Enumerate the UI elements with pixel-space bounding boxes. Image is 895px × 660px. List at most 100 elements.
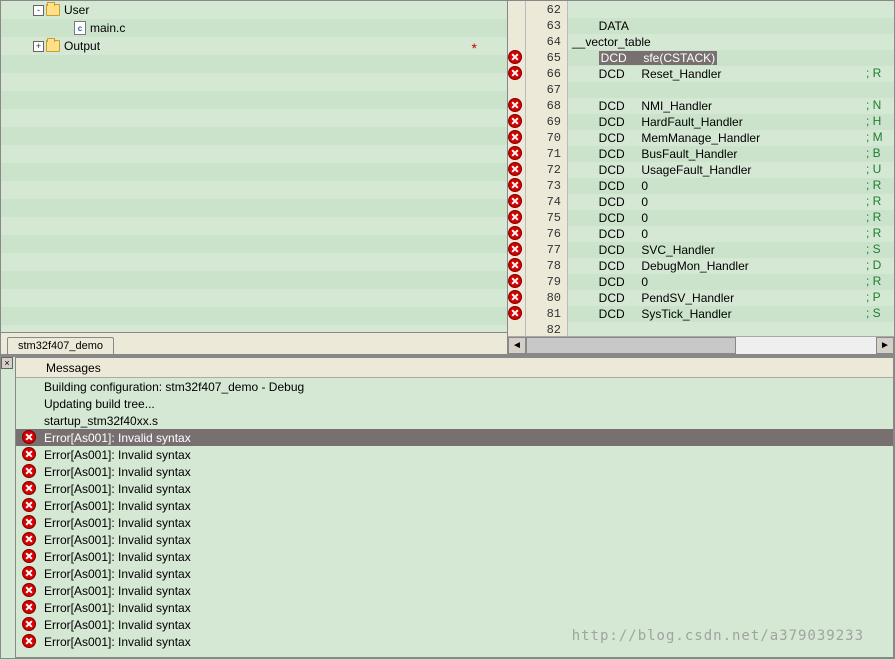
code-line[interactable]: DCD HardFault_Handler	[568, 114, 894, 130]
message-row[interactable]: Error[As001]: Invalid syntax	[16, 599, 893, 616]
error-icon[interactable]	[508, 98, 522, 112]
code-line[interactable]: DCD NMI_Handler	[568, 98, 894, 114]
code-comment: ; R	[866, 209, 894, 225]
message-row[interactable]: Updating build tree...	[16, 395, 893, 412]
code-comment: ; R	[866, 225, 894, 241]
code-area[interactable]: DATA__vector_table DCD sfe(CSTACK) DCD R…	[568, 1, 894, 354]
code-line[interactable]: __vector_table	[568, 34, 894, 50]
code-line[interactable]: DCD DebugMon_Handler	[568, 258, 894, 274]
error-icon[interactable]	[508, 66, 522, 80]
message-text: Updating build tree...	[44, 397, 155, 411]
expand-icon[interactable]: +	[33, 41, 44, 52]
code-line[interactable]	[568, 2, 894, 18]
scroll-thumb[interactable]	[526, 337, 736, 354]
project-tree-panel: -Usercmain.c+Output * stm32f407_demo	[0, 0, 508, 355]
message-text: Error[As001]: Invalid syntax	[44, 567, 191, 581]
message-text: Error[As001]: Invalid syntax	[44, 482, 191, 496]
error-icon[interactable]	[508, 178, 522, 192]
message-row[interactable]: Error[As001]: Invalid syntax	[16, 429, 893, 446]
error-icon	[22, 430, 36, 444]
project-tab[interactable]: stm32f407_demo	[7, 337, 114, 354]
code-line[interactable]: DCD 0	[568, 194, 894, 210]
line-number: 78	[526, 258, 561, 274]
scroll-right-arrow-icon[interactable]: ►	[876, 337, 894, 354]
code-comment	[866, 321, 894, 337]
line-number: 68	[526, 98, 561, 114]
error-icon	[22, 617, 36, 631]
scroll-left-arrow-icon[interactable]: ◄	[508, 337, 526, 354]
code-line[interactable]: DCD PendSV_Handler	[568, 290, 894, 306]
error-icon	[22, 464, 36, 478]
message-row[interactable]: startup_stm32f40xx.s	[16, 412, 893, 429]
line-number: 75	[526, 210, 561, 226]
horizontal-scrollbar[interactable]: ◄ ►	[508, 336, 894, 354]
line-number: 65	[526, 50, 561, 66]
error-icon[interactable]	[508, 306, 522, 320]
code-comment	[866, 81, 894, 97]
message-row[interactable]: Error[As001]: Invalid syntax	[16, 565, 893, 582]
message-row[interactable]: Error[As001]: Invalid syntax	[16, 582, 893, 599]
message-row[interactable]: Error[As001]: Invalid syntax	[16, 480, 893, 497]
error-icon[interactable]	[508, 194, 522, 208]
message-row[interactable]: Building configuration: stm32f407_demo -…	[16, 378, 893, 395]
error-icon[interactable]	[508, 130, 522, 144]
code-line[interactable]: DCD SVC_Handler	[568, 242, 894, 258]
code-line[interactable]	[568, 82, 894, 98]
code-line[interactable]: DATA	[568, 18, 894, 34]
message-text: Error[As001]: Invalid syntax	[44, 516, 191, 530]
folder-icon	[46, 4, 60, 16]
code-line[interactable]: DCD SysTick_Handler	[568, 306, 894, 322]
message-text: Error[As001]: Invalid syntax	[44, 448, 191, 462]
message-text: Error[As001]: Invalid syntax	[44, 431, 191, 445]
code-line[interactable]: DCD BusFault_Handler	[568, 146, 894, 162]
error-icon[interactable]	[508, 114, 522, 128]
error-icon[interactable]	[508, 258, 522, 272]
line-number: 72	[526, 162, 561, 178]
c-file-icon: c	[74, 21, 86, 35]
code-line[interactable]: DCD 0	[568, 274, 894, 290]
code-comment	[866, 33, 894, 49]
error-icon[interactable]	[508, 274, 522, 288]
messages-header-label: Messages	[46, 361, 101, 375]
error-icon	[22, 447, 36, 461]
close-icon[interactable]: ×	[1, 357, 13, 369]
message-row[interactable]: Error[As001]: Invalid syntax	[16, 514, 893, 531]
code-line[interactable]: DCD MemManage_Handler	[568, 130, 894, 146]
code-comment	[866, 17, 894, 33]
scroll-track[interactable]	[526, 337, 876, 354]
error-icon[interactable]	[508, 210, 522, 224]
code-line[interactable]: DCD 0	[568, 210, 894, 226]
message-row[interactable]: Error[As001]: Invalid syntax	[16, 463, 893, 480]
code-line[interactable]: DCD Reset_Handler	[568, 66, 894, 82]
messages-panel: × Messages Building configuration: stm32…	[0, 356, 895, 659]
message-row[interactable]: Error[As001]: Invalid syntax	[16, 548, 893, 565]
message-row[interactable]: Error[As001]: Invalid syntax	[16, 446, 893, 463]
line-number: 66	[526, 66, 561, 82]
line-number: 64	[526, 34, 561, 50]
code-comment: ; D	[866, 257, 894, 273]
message-row[interactable]: Error[As001]: Invalid syntax	[16, 497, 893, 514]
error-icon[interactable]	[508, 146, 522, 160]
tree-item[interactable]: +Output	[1, 37, 507, 55]
error-icon	[22, 600, 36, 614]
message-row[interactable]: Error[As001]: Invalid syntax	[16, 531, 893, 548]
line-number-gutter: 6263646566676869707172737475767778798081…	[526, 1, 568, 354]
error-icon[interactable]	[508, 50, 522, 64]
tree-item-label: User	[64, 3, 89, 17]
code-line[interactable]: DCD sfe(CSTACK)	[568, 50, 894, 66]
error-icon[interactable]	[508, 226, 522, 240]
error-icon	[22, 583, 36, 597]
error-icon[interactable]	[508, 242, 522, 256]
tree-item[interactable]: - User	[1, 1, 507, 19]
tree-item[interactable]: cmain.c	[1, 19, 507, 37]
line-number: 80	[526, 290, 561, 306]
collapse-icon[interactable]: -	[33, 5, 44, 16]
error-icon[interactable]	[508, 162, 522, 176]
line-number: 71	[526, 146, 561, 162]
code-line[interactable]: DCD 0	[568, 178, 894, 194]
code-line[interactable]: DCD 0	[568, 226, 894, 242]
error-icon[interactable]	[508, 290, 522, 304]
code-line[interactable]: DCD UsageFault_Handler	[568, 162, 894, 178]
messages-list[interactable]: Building configuration: stm32f407_demo -…	[16, 378, 893, 650]
project-tree[interactable]: - User cmain.c+Output	[1, 1, 507, 332]
